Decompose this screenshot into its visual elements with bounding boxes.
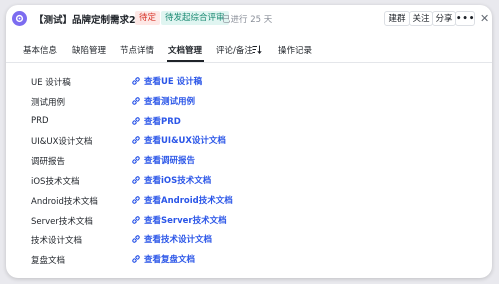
detail-window: 【测试】品牌定制需求2期 待定 待发起综合评审 已进行 25 天 建群 关注 分… — [6, 5, 492, 278]
document-link-text[interactable]: 查看调研报告 — [144, 154, 195, 166]
document-row: PRD 查看PRD — [6, 114, 492, 128]
document-row: UI&UX设计文档 查看UI&UX设计文档 — [6, 133, 492, 147]
link-icon — [132, 196, 140, 204]
document-label: PRD — [31, 115, 49, 126]
document-label: UE 设计稿 — [31, 78, 71, 88]
document-link[interactable]: 查看技术设计文档 — [131, 233, 212, 245]
document-link-text[interactable]: 查看Android技术文档 — [144, 194, 233, 206]
document-link[interactable]: 查看UE 设计稿 — [131, 75, 202, 87]
document-row: 复盘文档 查看复盘文档 — [6, 252, 492, 266]
link-icon — [132, 97, 140, 105]
document-link[interactable]: 查看复盘文档 — [131, 253, 195, 265]
header-bar: 【测试】品牌定制需求2期 待定 待发起综合评审 已进行 25 天 建群 关注 分… — [6, 5, 492, 32]
status-badge: 待定 — [135, 11, 161, 25]
tab-defect-management[interactable]: 缺陷管理 — [72, 44, 106, 56]
document-label: UI&UX设计文档 — [31, 137, 93, 148]
document-link-text[interactable]: 查看测试用例 — [144, 95, 195, 107]
document-link[interactable]: 查看Android技术文档 — [131, 194, 233, 206]
document-row: 测试用例 查看测试用例 — [6, 94, 492, 108]
share-button[interactable]: 分享 — [432, 11, 456, 26]
document-row: 技术设计文档 查看技术设计文档 — [6, 232, 492, 246]
create-group-button[interactable]: 建群 — [384, 11, 410, 26]
active-tab-indicator — [167, 60, 204, 62]
link-icon — [132, 136, 140, 145]
tab-operation-log[interactable]: 操作记录 — [278, 44, 312, 56]
document-label: 技术设计文档 — [31, 236, 83, 247]
document-link[interactable]: 查看调研报告 — [131, 154, 195, 166]
document-link[interactable]: 查看UI&UX设计文档 — [131, 134, 226, 146]
link-icon — [132, 156, 140, 164]
document-row: 调研报告 查看调研报告 — [6, 153, 492, 167]
document-link[interactable]: 查看Server技术文档 — [131, 214, 227, 226]
tab-basic-info[interactable]: 基本信息 — [23, 44, 57, 56]
document-label: Server技术文档 — [31, 216, 93, 227]
link-icon — [132, 215, 140, 224]
tab-bar: 基本信息 缺陷管理 节点详情 文档管理 评论/备注 操作记录 — [6, 40, 492, 63]
tab-comments-notes[interactable]: 评论/备注 — [216, 44, 253, 56]
link-icon — [132, 176, 140, 184]
link-icon — [132, 235, 140, 244]
document-link-text[interactable]: 查看iOS技术文档 — [144, 174, 211, 186]
document-link[interactable]: 查看PRD — [131, 115, 181, 127]
stage-badge: 待发起综合评审 — [161, 11, 229, 25]
document-row: Server技术文档 查看Server技术文档 — [6, 213, 492, 227]
progress-days-text: 已进行 25 天 — [222, 15, 273, 25]
tab-document-management[interactable]: 文档管理 — [168, 44, 202, 56]
tab-node-details[interactable]: 节点详情 — [120, 44, 154, 56]
document-row: Android技术文档 查看Android技术文档 — [6, 193, 492, 207]
document-link-text[interactable]: 查看PRD — [144, 115, 181, 127]
document-link-text[interactable]: 查看复盘文档 — [144, 253, 195, 265]
document-link-text[interactable]: 查看UE 设计稿 — [144, 75, 202, 87]
document-row: iOS技术文档 查看iOS技术文档 — [6, 173, 492, 187]
document-link-text[interactable]: 查看Server技术文档 — [144, 214, 227, 226]
follow-button[interactable]: 关注 — [409, 11, 433, 26]
document-label: 测试用例 — [31, 97, 66, 108]
link-icon — [132, 116, 140, 125]
document-label: iOS技术文档 — [31, 177, 80, 187]
document-link-text[interactable]: 查看技术设计文档 — [144, 233, 212, 245]
link-icon — [132, 255, 140, 263]
page-title: 【测试】品牌定制需求2期 — [34, 15, 146, 26]
app-logo-icon — [12, 11, 27, 26]
document-label: Android技术文档 — [31, 196, 98, 207]
link-icon — [132, 77, 140, 85]
document-label: 复盘文档 — [31, 256, 66, 267]
document-link-text[interactable]: 查看UI&UX设计文档 — [144, 134, 226, 146]
document-row: UE 设计稿 查看UE 设计稿 — [6, 74, 492, 88]
document-link[interactable]: 查看iOS技术文档 — [131, 174, 211, 186]
close-icon[interactable]: ✕ — [480, 11, 489, 26]
sort-filter-icon[interactable] — [252, 45, 262, 54]
document-label: 调研报告 — [31, 157, 66, 168]
more-options-button[interactable]: ••• — [455, 11, 475, 26]
document-link[interactable]: 查看测试用例 — [131, 95, 195, 107]
